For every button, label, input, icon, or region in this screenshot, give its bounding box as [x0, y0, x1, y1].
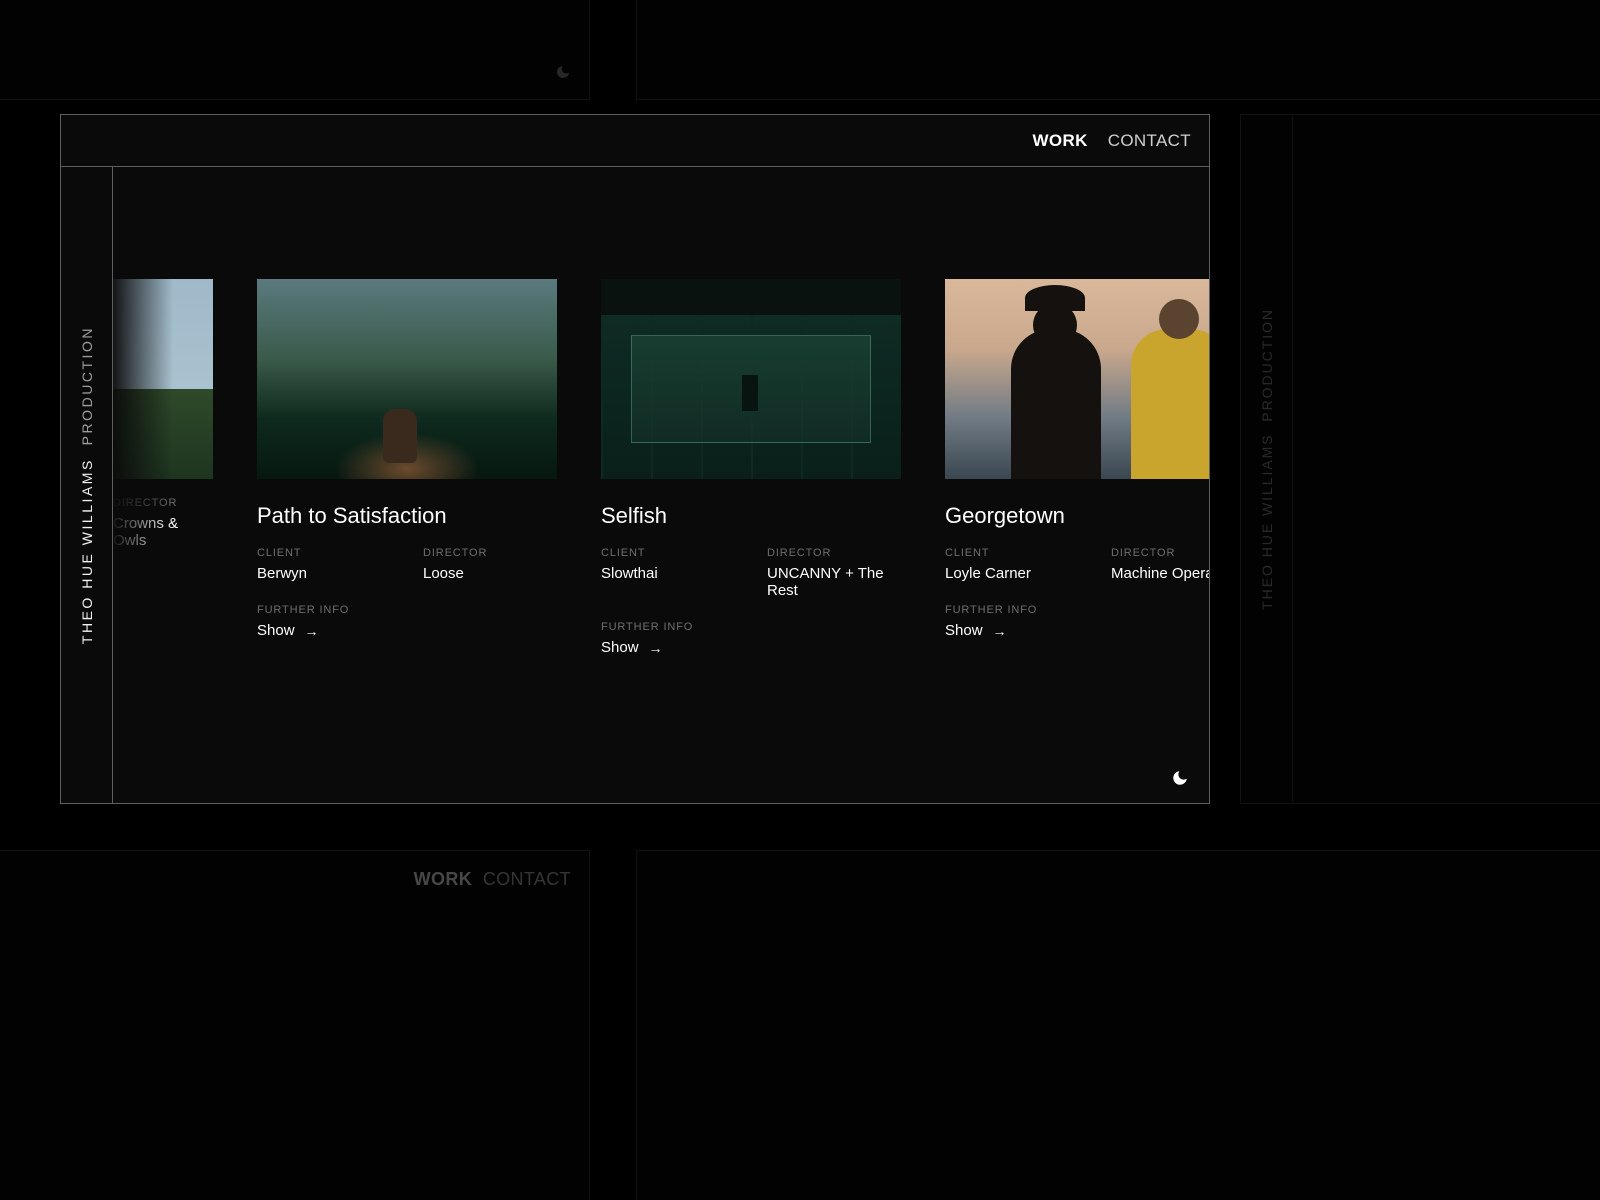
project-title: Georgetown: [945, 503, 1209, 529]
main-window: WORK CONTACT THEO HUE WILLIAMS PRODUCTIO…: [60, 114, 1210, 804]
arrow-right-icon: →: [305, 623, 319, 639]
project-thumbnail[interactable]: [257, 279, 557, 479]
meta-label: FURTHER INFO: [257, 604, 557, 616]
meta-value: Crowns & Owls: [113, 515, 213, 549]
nav-contact[interactable]: CONTACT: [1108, 131, 1191, 151]
moon-icon: [555, 64, 571, 85]
arrow-right-icon: →: [993, 623, 1007, 639]
project-title: Selfish: [601, 503, 901, 529]
ghost-panel: THEO HUE WILLIAMS PRODUCTION: [1240, 114, 1600, 804]
meta-value: Slowthai: [601, 565, 735, 582]
meta-label: CLIENT: [257, 547, 391, 559]
meta-value: Machine Operated: [1111, 565, 1209, 582]
show-link[interactable]: Show→: [945, 622, 1007, 639]
ghost-panel: [636, 0, 1600, 100]
arrow-right-icon: →: [649, 640, 663, 656]
meta-value: Berwyn: [257, 565, 391, 582]
meta-label: FURTHER INFO: [601, 621, 901, 633]
meta-label: DIRECTOR: [1111, 547, 1209, 559]
project-thumbnail[interactable]: [601, 279, 901, 479]
meta-label: DIRECTOR: [423, 547, 557, 559]
show-link[interactable]: Show→: [601, 639, 663, 656]
project-thumbnail[interactable]: [945, 279, 1209, 479]
project-strip[interactable]: DIRECTOR Crowns & Owls Path to Satisfact…: [113, 167, 1209, 803]
project-card[interactable]: Georgetown CLIENT Loyle Carner DIRECTOR …: [945, 279, 1209, 657]
meta-label: DIRECTOR: [113, 497, 213, 509]
meta-value: Loyle Carner: [945, 565, 1079, 582]
project-title: Path to Satisfaction: [257, 503, 557, 529]
moon-icon: [1171, 769, 1189, 787]
project-card[interactable]: DIRECTOR Crowns & Owls: [113, 279, 213, 657]
ghost-panel: WORK CONTACT: [0, 850, 590, 1200]
top-nav: WORK CONTACT: [61, 115, 1209, 167]
meta-label: FURTHER INFO: [945, 604, 1209, 616]
site-title-vertical: THEO HUE WILLIAMS PRODUCTION: [79, 326, 95, 644]
side-rail: THEO HUE WILLIAMS PRODUCTION: [61, 167, 113, 803]
project-thumbnail[interactable]: [113, 279, 213, 479]
ghost-panel: [0, 0, 590, 100]
meta-value: UNCANNY + The Rest: [767, 565, 901, 599]
project-card[interactable]: Selfish CLIENT Slowthai DIRECTOR UNCANNY…: [601, 279, 901, 657]
ghost-panel: CONTACT: [636, 850, 1600, 1200]
project-card[interactable]: Path to Satisfaction CLIENT Berwyn DIREC…: [257, 279, 557, 657]
show-link[interactable]: Show→: [257, 622, 319, 639]
meta-value: Loose: [423, 565, 557, 582]
meta-label: DIRECTOR: [767, 547, 901, 559]
meta-label: CLIENT: [601, 547, 735, 559]
nav-work[interactable]: WORK: [1033, 131, 1088, 151]
theme-toggle[interactable]: [1171, 769, 1189, 787]
meta-label: CLIENT: [945, 547, 1079, 559]
